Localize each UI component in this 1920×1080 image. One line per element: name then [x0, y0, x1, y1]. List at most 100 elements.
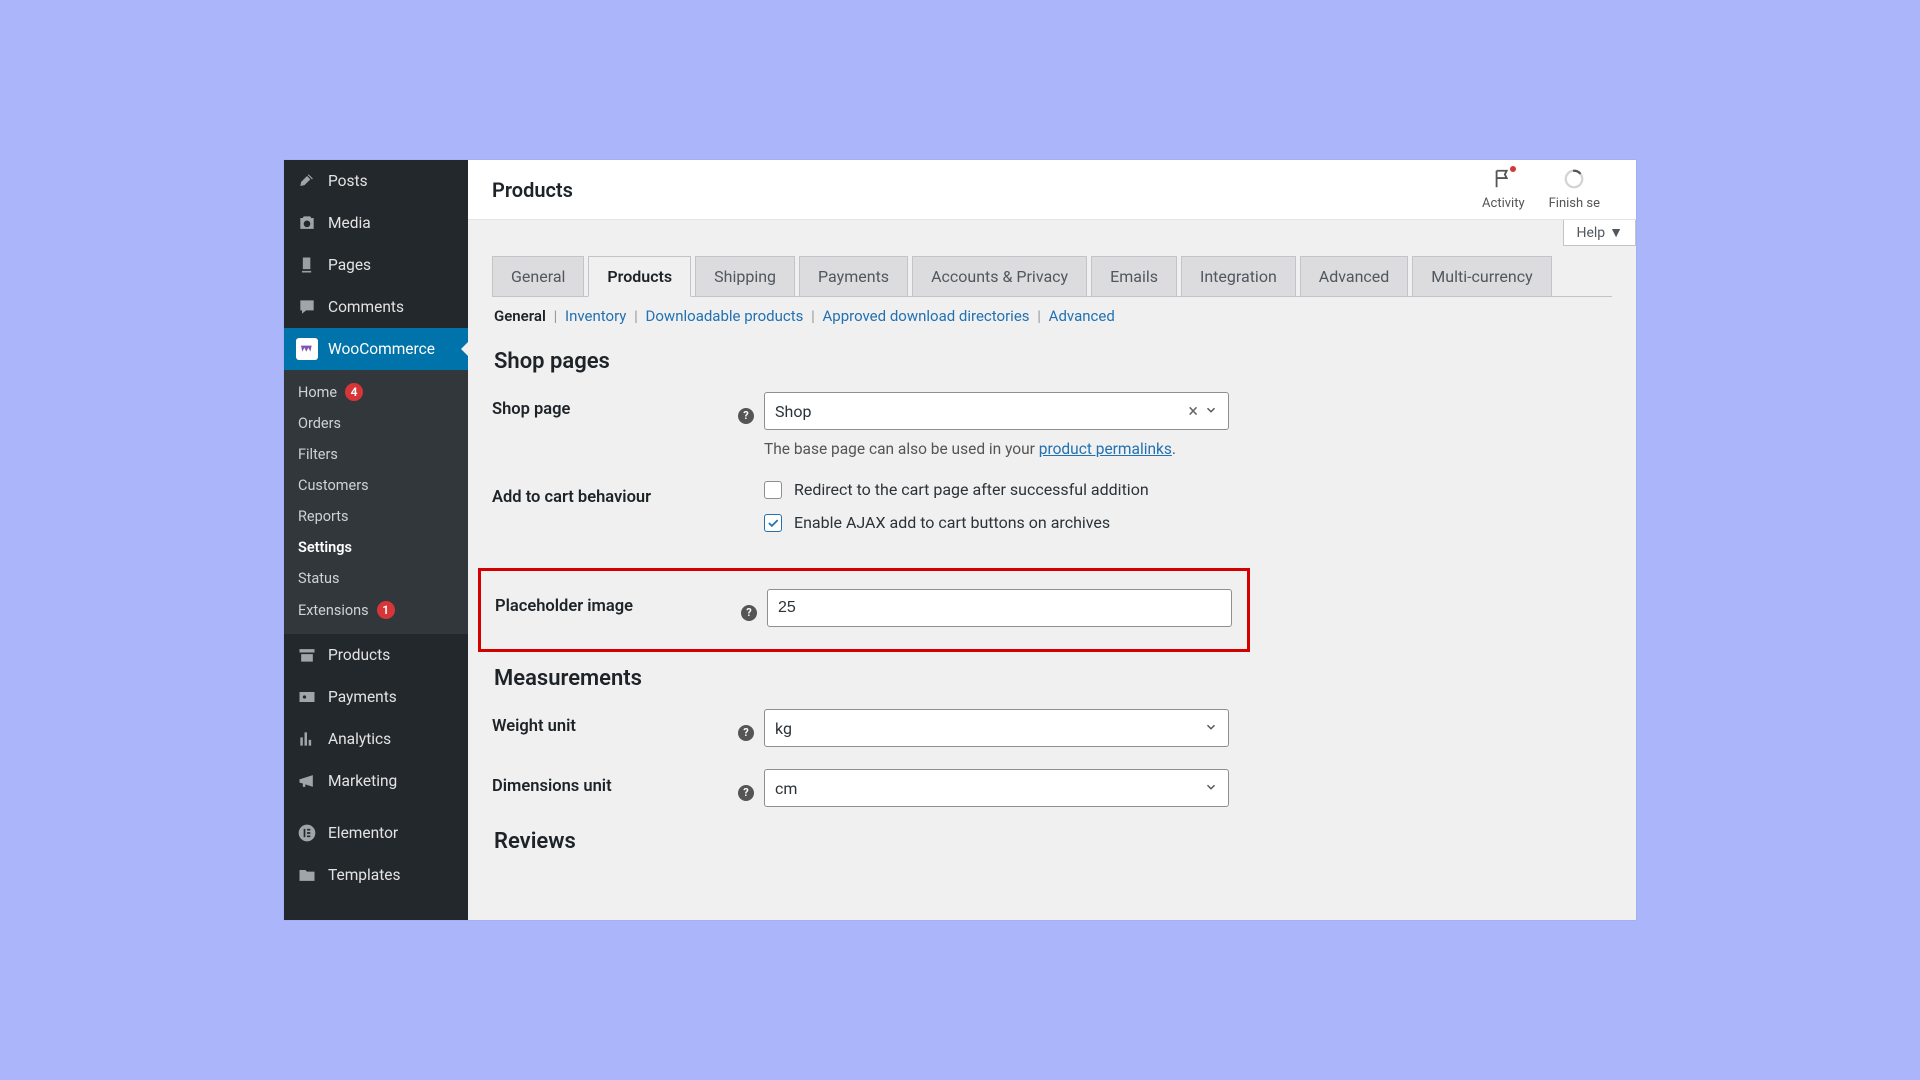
subtab-inventory[interactable]: Inventory — [565, 307, 626, 325]
tab-products[interactable]: Products — [588, 256, 691, 297]
main-area: Products Activity Finish se Help ▼ Gener… — [468, 160, 1636, 920]
highlighted-region: Placeholder image ? — [478, 568, 1250, 652]
weight-unit-select[interactable]: kg — [764, 709, 1229, 747]
field-label: Shop page — [492, 392, 738, 419]
sidebar-item-pages[interactable]: Pages — [284, 244, 468, 286]
app-window: Posts Media Pages Comments WooCommerce H… — [284, 160, 1636, 920]
sidebar-sub-orders[interactable]: Orders — [284, 408, 468, 439]
flag-icon — [1492, 168, 1514, 194]
product-permalinks-link[interactable]: product permalinks — [1039, 440, 1172, 458]
sidebar-item-label: Posts — [328, 172, 368, 190]
top-bar: Products Activity Finish se — [468, 160, 1636, 220]
sidebar-item-label: Templates — [328, 866, 401, 884]
badge: 1 — [377, 601, 395, 619]
checkbox-ajax[interactable] — [764, 514, 782, 532]
chevron-down-icon — [1204, 779, 1218, 798]
subtab-advanced[interactable]: Advanced — [1049, 307, 1115, 325]
tab-shipping[interactable]: Shipping — [695, 256, 795, 296]
field-dimensions-unit: Dimensions unit ? cm — [492, 769, 1612, 807]
megaphone-icon — [296, 770, 318, 792]
tab-multi-currency[interactable]: Multi-currency — [1412, 256, 1551, 296]
section-heading-measurements: Measurements — [494, 666, 1610, 691]
sidebar-sub-extensions[interactable]: Extensions1 — [284, 594, 468, 626]
placeholder-image-input[interactable] — [767, 589, 1232, 627]
sidebar-item-label: Comments — [328, 298, 404, 316]
sidebar-item-payments[interactable]: Payments — [284, 676, 468, 718]
sidebar-sub-home[interactable]: Home4 — [284, 376, 468, 408]
field-label: Dimensions unit — [492, 769, 738, 796]
activity-button[interactable]: Activity — [1470, 168, 1537, 211]
progress-icon — [1563, 168, 1585, 194]
admin-sidebar: Posts Media Pages Comments WooCommerce H… — [284, 160, 468, 920]
sidebar-sub-customers[interactable]: Customers — [284, 470, 468, 501]
page-title: Products — [492, 178, 573, 202]
section-links: General | Inventory | Downloadable produ… — [492, 297, 1612, 335]
tab-payments[interactable]: Payments — [799, 256, 908, 296]
field-hint: The base page can also be used in your p… — [764, 440, 1364, 458]
field-label: Add to cart behaviour — [492, 480, 738, 507]
sidebar-item-comments[interactable]: Comments — [284, 286, 468, 328]
money-icon — [296, 686, 318, 708]
tab-accounts-privacy[interactable]: Accounts & Privacy — [912, 256, 1087, 296]
field-label: Placeholder image — [495, 589, 741, 616]
field-add-to-cart: Add to cart behaviour Redirect to the ca… — [492, 480, 1612, 546]
checkbox-redirect[interactable] — [764, 481, 782, 499]
clear-icon[interactable]: × — [1188, 401, 1198, 422]
field-label: Weight unit — [492, 709, 738, 736]
help-icon[interactable]: ? — [738, 408, 754, 424]
shop-page-select[interactable]: Shop × — [764, 392, 1229, 430]
settings-tabs: General Products Shipping Payments Accou… — [492, 256, 1612, 297]
chart-icon — [296, 728, 318, 750]
comment-icon — [296, 296, 318, 318]
section-heading-shop-pages: Shop pages — [494, 349, 1610, 374]
subtab-downloadable[interactable]: Downloadable products — [646, 307, 804, 325]
sidebar-item-media[interactable]: Media — [284, 202, 468, 244]
sidebar-item-woocommerce[interactable]: WooCommerce — [284, 328, 468, 370]
finish-setup-button[interactable]: Finish se — [1537, 168, 1612, 211]
sidebar-item-posts[interactable]: Posts — [284, 160, 468, 202]
help-icon[interactable]: ? — [738, 725, 754, 741]
sidebar-item-elementor[interactable]: Elementor — [284, 812, 468, 854]
chevron-down-icon: ▼ — [1609, 224, 1623, 241]
subtab-approved-downloads[interactable]: Approved download directories — [823, 307, 1030, 325]
camera-icon — [296, 212, 318, 234]
woocommerce-icon — [296, 338, 318, 360]
sidebar-item-label: Media — [328, 214, 371, 232]
select-value: kg — [775, 719, 1204, 738]
folder-icon — [296, 864, 318, 886]
sidebar-item-label: Payments — [328, 688, 397, 706]
chevron-down-icon — [1204, 719, 1218, 738]
sidebar-sub-reports[interactable]: Reports — [284, 501, 468, 532]
select-value: Shop — [775, 402, 1188, 421]
help-tab[interactable]: Help ▼ — [1563, 220, 1636, 246]
sidebar-item-label: WooCommerce — [328, 340, 435, 358]
pin-icon — [296, 170, 318, 192]
sidebar-item-label: Pages — [328, 256, 371, 274]
help-icon[interactable]: ? — [738, 785, 754, 801]
field-shop-page: Shop page ? Shop × The base page can als… — [492, 392, 1612, 458]
checkbox-label: Enable AJAX add to cart buttons on archi… — [794, 513, 1110, 532]
subtab-general[interactable]: General — [494, 307, 546, 325]
field-placeholder-image: Placeholder image ? — [495, 589, 1233, 627]
pages-icon — [296, 254, 318, 276]
tab-general[interactable]: General — [492, 256, 584, 296]
field-weight-unit: Weight unit ? kg — [492, 709, 1612, 747]
sidebar-sub-filters[interactable]: Filters — [284, 439, 468, 470]
sidebar-item-marketing[interactable]: Marketing — [284, 760, 468, 802]
sidebar-sub-status[interactable]: Status — [284, 563, 468, 594]
help-icon[interactable]: ? — [741, 605, 757, 621]
sidebar-item-label: Elementor — [328, 824, 398, 842]
sidebar-item-analytics[interactable]: Analytics — [284, 718, 468, 760]
sidebar-item-products[interactable]: Products — [284, 634, 468, 676]
sidebar-submenu-woocommerce: Home4 Orders Filters Customers Reports S… — [284, 370, 468, 634]
tab-advanced[interactable]: Advanced — [1300, 256, 1409, 296]
elementor-icon — [296, 822, 318, 844]
sidebar-sub-settings[interactable]: Settings — [284, 532, 468, 563]
sidebar-item-templates[interactable]: Templates — [284, 854, 468, 896]
archive-icon — [296, 644, 318, 666]
tab-integration[interactable]: Integration — [1181, 256, 1296, 296]
section-heading-reviews: Reviews — [494, 829, 1610, 854]
dimensions-unit-select[interactable]: cm — [764, 769, 1229, 807]
sidebar-item-label: Analytics — [328, 730, 391, 748]
tab-emails[interactable]: Emails — [1091, 256, 1177, 296]
